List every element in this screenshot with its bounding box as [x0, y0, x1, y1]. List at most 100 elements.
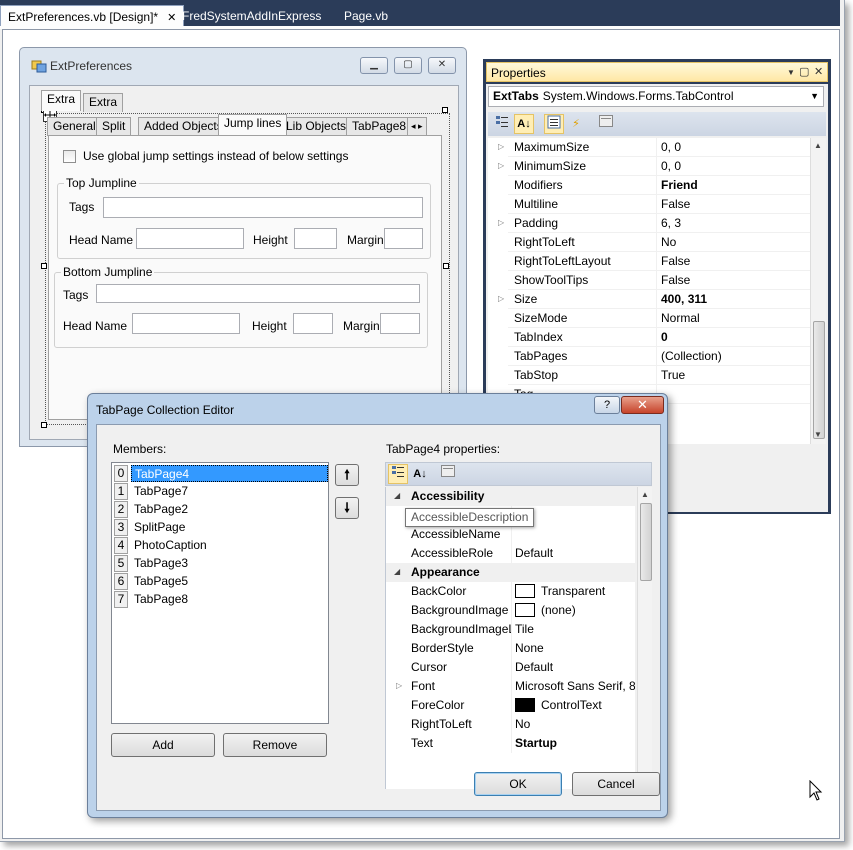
scroll-thumb[interactable] — [813, 321, 825, 439]
list-item[interactable]: 4 PhotoCaption — [114, 537, 328, 555]
ok-button[interactable]: OK — [474, 772, 562, 796]
expand-icon[interactable]: ▷ — [498, 142, 504, 151]
bottom-margin-field[interactable] — [380, 313, 420, 334]
property-row[interactable]: Cursor Default — [386, 658, 635, 677]
tab-scroll-arrows[interactable]: ◂ ▸ — [407, 117, 427, 136]
bottom-height-field[interactable] — [293, 313, 333, 334]
list-item[interactable]: 5 TabPage3 — [114, 555, 328, 573]
outer-tab-extra[interactable]: Extra — [41, 90, 82, 111]
property-row[interactable]: TabStop True — [488, 366, 810, 385]
property-pages-icon[interactable] — [596, 114, 616, 134]
tab-lib-objects[interactable]: Lib Objects — [280, 117, 353, 136]
property-value[interactable]: 0 — [661, 330, 668, 344]
doc-tab-page-vb[interactable]: Page.vb — [337, 5, 395, 28]
property-grid-scrollbar[interactable]: ▲ ▼ — [810, 138, 826, 444]
category-appearance[interactable]: ◢ Appearance — [386, 563, 635, 582]
property-row[interactable]: Multiline False — [488, 195, 810, 214]
alphabetical-icon[interactable]: A↓ — [410, 464, 430, 484]
property-value[interactable]: Startup — [515, 736, 557, 750]
property-row[interactable]: SizeMode Normal — [488, 309, 810, 328]
property-value[interactable]: No — [661, 235, 676, 249]
property-value[interactable]: (none) — [515, 603, 576, 617]
top-margin-field[interactable] — [384, 228, 423, 249]
members-list[interactable]: 0 TabPage4 1 TabPage7 2 TabPage2 3 SplitPage 4 Ph… — [111, 462, 329, 724]
alphabetical-icon[interactable]: A↓ — [514, 114, 534, 134]
category-accessibility[interactable]: ◢ Accessibility — [386, 487, 635, 506]
resize-handle[interactable] — [442, 107, 448, 113]
scroll-up-icon[interactable]: ▲ — [641, 490, 649, 499]
property-row[interactable]: ▷ MaximumSize 0, 0 — [488, 138, 810, 157]
expand-icon[interactable]: ▷ — [498, 161, 504, 170]
property-row[interactable]: TabIndex 0 — [488, 328, 810, 347]
move-up-button[interactable]: 🠕 — [335, 464, 359, 486]
editor-grid-scrollbar[interactable]: ▲ ▼ — [637, 487, 652, 789]
property-row[interactable]: BorderStyle None — [386, 639, 635, 658]
list-item[interactable]: 2 TabPage2 — [114, 501, 328, 519]
categorized-icon[interactable] — [388, 464, 408, 484]
properties-titlebar[interactable]: Properties ▼ ▢ ✕ — [486, 62, 828, 82]
property-row[interactable]: ▷ Padding 6, 3 — [488, 214, 810, 233]
maximize-button[interactable]: ▢ — [394, 57, 422, 74]
property-value[interactable]: True — [661, 368, 685, 382]
property-pages-icon[interactable] — [438, 464, 458, 484]
chevron-down-icon[interactable]: ▼ — [810, 87, 819, 106]
bottom-tags-field[interactable] — [96, 284, 420, 303]
property-value[interactable]: False — [661, 273, 690, 287]
scroll-up-icon[interactable]: ▲ — [814, 141, 822, 150]
property-value[interactable]: Normal — [661, 311, 700, 325]
property-value[interactable]: False — [661, 254, 690, 268]
property-row[interactable]: TabPages (Collection) — [488, 347, 810, 366]
pin-icon[interactable]: ▢ — [799, 65, 809, 78]
collapse-icon[interactable]: ◢ — [394, 491, 400, 500]
property-row[interactable]: BackColor Transparent — [386, 582, 635, 601]
property-value[interactable]: Friend — [661, 178, 698, 192]
move-down-button[interactable]: 🠗 — [335, 497, 359, 519]
property-row[interactable]: ▷ MinimumSize 0, 0 — [488, 157, 810, 176]
cancel-button[interactable]: Cancel — [572, 772, 660, 796]
property-value[interactable]: 6, 3 — [661, 216, 681, 230]
property-row[interactable]: AccessibleName — [386, 525, 635, 544]
property-value[interactable]: Microsoft Sans Serif, 8.25pt — [515, 679, 635, 693]
resize-handle[interactable] — [41, 263, 47, 269]
property-value[interactable]: Transparent — [515, 584, 605, 598]
property-row[interactable]: ShowToolTips False — [488, 271, 810, 290]
close-button[interactable]: ✕ — [428, 57, 456, 74]
property-row[interactable]: BackgroundImage (none) — [386, 601, 635, 620]
property-row[interactable]: ▷ Size 400, 311 — [488, 290, 810, 309]
close-button[interactable]: ✕ — [621, 396, 664, 414]
property-row[interactable]: AccessibleRole Default — [386, 544, 635, 563]
close-icon[interactable]: ✕ — [814, 65, 823, 78]
scroll-down-icon[interactable]: ▼ — [814, 430, 822, 439]
property-value[interactable]: False — [661, 197, 690, 211]
property-row[interactable]: ▷ Font Microsoft Sans Serif, 8.25pt — [386, 677, 635, 696]
object-selector[interactable]: ExtTabs System.Windows.Forms.TabControl ▼ — [488, 86, 824, 107]
add-button[interactable]: Add — [111, 733, 215, 757]
doc-tab-extpreferences-design[interactable]: ExtPreferences.vb [Design]* ✕ — [0, 5, 185, 28]
property-value[interactable]: None — [515, 641, 544, 655]
list-item[interactable]: 7 TabPage8 — [114, 591, 328, 609]
bottom-head-name-field[interactable] — [132, 313, 240, 334]
property-row[interactable]: Text Startup — [386, 734, 635, 753]
use-global-checkbox[interactable] — [63, 150, 76, 163]
property-row[interactable]: BackgroundImageLayout Tile — [386, 620, 635, 639]
extpreferences-form[interactable]: ExtPreferences ▁ ▢ ✕ Extra Extra General… — [19, 47, 467, 447]
top-head-name-field[interactable] — [136, 228, 244, 249]
collapse-icon[interactable]: ◢ — [394, 567, 400, 576]
tab-added-objects[interactable]: Added Objects — [138, 117, 229, 136]
minimize-button[interactable]: ▁ — [360, 57, 388, 74]
list-item[interactable]: 3 SplitPage — [114, 519, 328, 537]
property-row[interactable]: RightToLeft No — [488, 233, 810, 252]
help-button[interactable]: ? — [594, 396, 620, 414]
property-value[interactable]: Default — [515, 660, 553, 674]
list-item[interactable]: 6 TabPage5 — [114, 573, 328, 591]
property-row[interactable]: RightToLeftLayout False — [488, 252, 810, 271]
categorized-icon[interactable] — [492, 114, 512, 134]
tab-general[interactable]: General — [47, 117, 102, 136]
list-item[interactable]: 1 TabPage7 — [114, 483, 328, 501]
property-row[interactable]: RightToLeft No — [386, 715, 635, 734]
scroll-thumb[interactable] — [640, 503, 652, 581]
resize-handle[interactable] — [41, 422, 47, 428]
list-item[interactable]: 0 TabPage4 — [114, 465, 328, 483]
property-value[interactable]: (Collection) — [661, 349, 722, 363]
tab-split[interactable]: Split — [96, 117, 132, 136]
